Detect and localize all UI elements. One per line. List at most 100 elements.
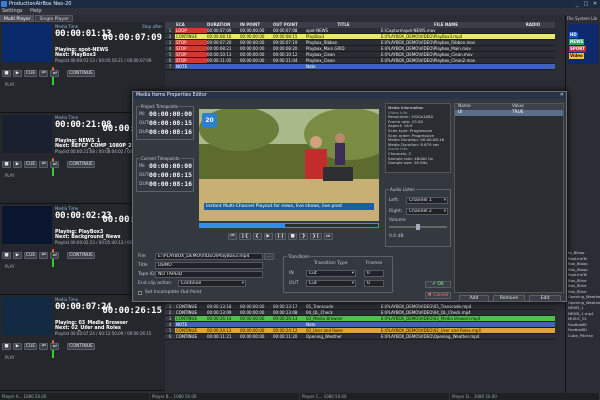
player-ctrl-button[interactable]: ■	[2, 252, 11, 259]
library-item[interactable]: Cube_Pitchsn	[566, 333, 600, 339]
incomplete-out-checkbox[interactable]	[138, 291, 142, 295]
timeline-scrubber[interactable]	[199, 223, 379, 228]
row-index: 4	[165, 322, 175, 327]
maximize-icon[interactable]: □	[583, 1, 589, 7]
player-video[interactable]	[2, 297, 52, 335]
row-index: 1	[165, 304, 175, 309]
cancel-label: Cancel	[432, 293, 449, 298]
player-ctrl-button[interactable]: ⏮	[39, 343, 49, 350]
transport-button[interactable]: ⏮	[228, 233, 237, 240]
transport-button[interactable]: ❯❙	[310, 233, 322, 240]
browse-button[interactable]: ...	[264, 253, 274, 260]
continue-button[interactable]: CONTINUE	[67, 252, 95, 259]
player-ctrl-button[interactable]: ▶	[13, 161, 22, 168]
row-out-point: 00:00:26:13	[273, 316, 298, 321]
row-eca: CONTINUE	[175, 34, 207, 39]
nv-remove-button[interactable]: Remove	[493, 295, 525, 302]
menu-help[interactable]: Help	[30, 8, 41, 14]
player-ctrl-button[interactable]: ⏮	[39, 161, 49, 168]
row-out-point: 00:00:13:08	[273, 310, 298, 315]
file-path-field[interactable]: E:\PLAYBOX_DEMO\VIDEO\PlayBox3.mp4	[155, 253, 263, 260]
continue-button[interactable]: CONTINUE	[67, 161, 95, 168]
row-out-point	[273, 322, 306, 327]
player-ctrl-button[interactable]: CUE	[24, 70, 38, 77]
player-ctrl-button[interactable]: ⏭	[50, 252, 60, 259]
row-eca: NOTE	[175, 322, 207, 327]
library-thumbnail[interactable]: HD NEWS SPORT Video	[568, 24, 598, 64]
tab-multi-player[interactable]: Multi Player	[0, 15, 35, 22]
row-title: spot-NEWS	[306, 28, 329, 33]
library-item[interactable]: Opening_Weather	[566, 294, 600, 300]
row-out-point	[273, 64, 306, 69]
row-eca: STOP	[175, 46, 207, 51]
volume-label: Volume	[389, 218, 406, 223]
lower-playlist-table: 1 CONTINUE 00:00:13:18 00:00:00:00 00:00:13:…	[165, 304, 555, 340]
player-ctrl-button[interactable]: ■	[2, 343, 11, 350]
end-clip-select[interactable]: Continue	[178, 280, 246, 287]
menu-settings[interactable]: Settings	[2, 8, 23, 14]
transition-out-frames[interactable]: 0	[364, 280, 384, 287]
player-ctrl-button[interactable]: ⏭	[50, 343, 60, 350]
playlist-table: ECA DURATION IN POINT OUT POINT TITLE FI…	[165, 22, 555, 70]
tape-label: Tape ID	[138, 272, 155, 277]
player-ctrl-button[interactable]: CUE	[24, 161, 38, 168]
player-ctrl-button[interactable]: ⏮	[39, 70, 49, 77]
player-video[interactable]	[2, 206, 52, 244]
audio-right-select[interactable]: Channel 2	[406, 208, 448, 215]
row-radio	[511, 58, 555, 63]
player-video[interactable]	[2, 24, 52, 62]
dialog-close-icon[interactable]: ✕	[560, 92, 564, 99]
tape-id-field[interactable]: NO TAPEID	[155, 271, 263, 278]
transition-in-frames[interactable]: 0	[364, 270, 384, 277]
player-ctrl-button[interactable]: ⏭	[50, 70, 60, 77]
player-ctrl-button[interactable]: ▶	[13, 70, 22, 77]
transport-button[interactable]: ▶	[263, 233, 273, 240]
current-in-value: 00:00:00:00	[149, 162, 193, 170]
cancel-button[interactable]: ✖ Cancel	[425, 292, 451, 299]
row-file: E:\PLAYBOX_DEMO\VIDEO\02_User and Roles.…	[381, 328, 481, 333]
video-preview[interactable]: 20 Instant Multi-Channel Playout for new…	[199, 109, 379, 221]
transition-out-type[interactable]: Cut	[306, 280, 356, 287]
transport-button[interactable]: ❙❮	[239, 233, 251, 240]
project-in-label: IN:	[139, 112, 146, 117]
title-field[interactable]: DEMO	[155, 262, 263, 269]
transport-button[interactable]: ❮	[252, 233, 262, 240]
player-ctrl-button[interactable]: ■	[2, 70, 11, 77]
player-controls: ■ ▶ CUE ⏮ ⏭ CONTINUE	[2, 70, 95, 77]
playlist-row[interactable]: 7 NOTE Note	[165, 64, 555, 70]
transition-in-type[interactable]: Cut	[306, 270, 356, 277]
row-radio	[511, 304, 555, 309]
player-status: PLAY	[5, 264, 15, 269]
player-ctrl-button[interactable]: ■	[2, 161, 11, 168]
volume-slider[interactable]	[389, 224, 447, 230]
tab-single-player[interactable]: Single Player	[35, 15, 73, 22]
continue-button[interactable]: CONTINUE	[67, 70, 95, 77]
transport-button[interactable]: ■	[288, 233, 298, 240]
transport-button[interactable]: ❯	[299, 233, 309, 240]
player-ctrl-button[interactable]: ▶	[13, 252, 22, 259]
ok-button[interactable]: ✔ OK	[425, 281, 451, 288]
player-ctrl-button[interactable]: ⏭	[50, 161, 60, 168]
nv-add-button[interactable]: Add	[459, 295, 489, 302]
player-video[interactable]	[2, 115, 52, 153]
playlist-row[interactable]: 6 CONTINUE 00:00:11:21 00:00:00:00 00:00:11:…	[165, 334, 555, 340]
player-ctrl-button[interactable]: ⏮	[39, 252, 49, 259]
volume-handle[interactable]	[416, 224, 420, 230]
nv-row[interactable]: UI TRUE	[455, 110, 563, 116]
player-ctrl-button[interactable]: CUE	[24, 252, 38, 259]
channel-logo: 20	[202, 113, 217, 128]
nv-edit-button[interactable]: Edit	[529, 295, 561, 302]
player-status: PLAY	[5, 82, 15, 87]
row-out-point: 00:00:10:12	[273, 52, 298, 57]
row-file	[381, 64, 511, 69]
audio-left-select[interactable]: Channel 1	[406, 197, 448, 204]
transport-button[interactable]: ❙❙	[274, 233, 287, 240]
continue-button[interactable]: CONTINUE	[67, 343, 95, 350]
close-icon[interactable]: ✕	[592, 1, 598, 7]
minimize-icon[interactable]: _	[574, 1, 580, 7]
player-ctrl-button[interactable]: ▶	[13, 343, 22, 350]
transport-button[interactable]: ⏭	[323, 233, 333, 240]
row-radio	[511, 28, 555, 33]
transition-type-label: Transition Type	[314, 261, 348, 266]
player-ctrl-button[interactable]: CUE	[24, 343, 38, 350]
